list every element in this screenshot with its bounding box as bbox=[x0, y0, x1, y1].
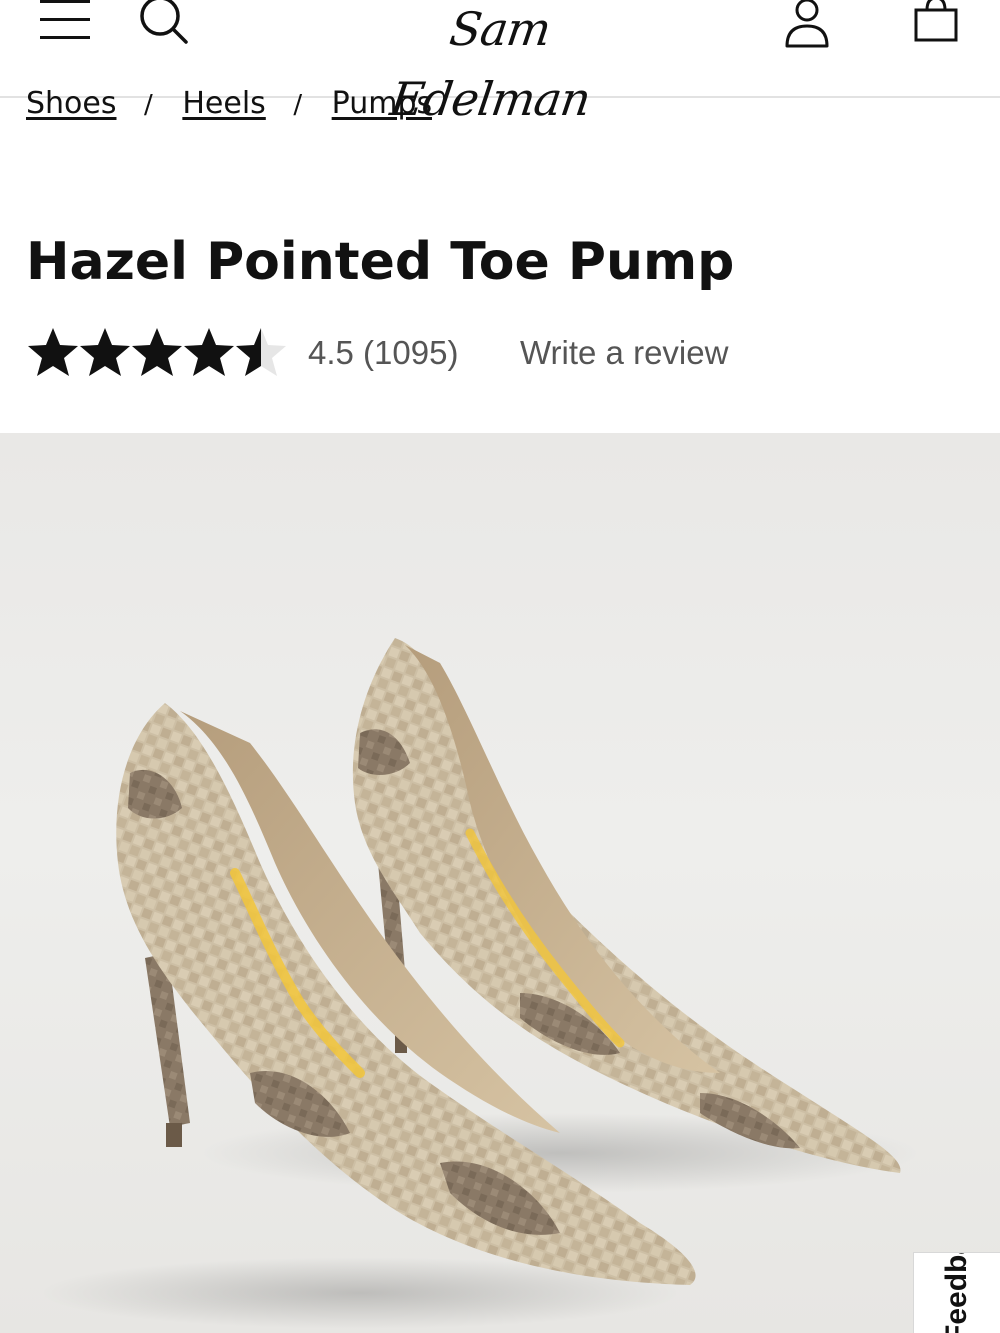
write-review-link[interactable]: Write a review bbox=[520, 334, 728, 372]
star-icon bbox=[236, 328, 286, 376]
product-rating: 4.5 (1095) Write a review bbox=[26, 326, 786, 382]
shopping-bag-icon[interactable] bbox=[910, 0, 962, 44]
menu-icon[interactable] bbox=[40, 0, 90, 42]
rating-summary[interactable]: 4.5 (1095) bbox=[308, 334, 458, 372]
breadcrumb: Shoes / Heels / Pumps bbox=[26, 86, 432, 130]
search-icon[interactable] bbox=[138, 0, 190, 46]
star-icon bbox=[28, 328, 78, 376]
shoe-illustration bbox=[40, 638, 920, 1329]
product-image[interactable] bbox=[0, 433, 1000, 1333]
rating-stars[interactable] bbox=[26, 326, 288, 382]
star-icon bbox=[184, 328, 234, 376]
breadcrumb-shoes[interactable]: Shoes bbox=[26, 86, 117, 121]
star-icon bbox=[80, 328, 130, 376]
breadcrumb-heels[interactable]: Heels bbox=[182, 86, 265, 121]
site-header: Sam Edelman bbox=[0, 0, 1000, 126]
feedback-tab[interactable]: Feedback bbox=[913, 1252, 1000, 1333]
product-title: Hazel Pointed Toe Pump bbox=[26, 232, 735, 292]
breadcrumb-separator: / bbox=[144, 90, 153, 120]
account-icon[interactable] bbox=[784, 0, 830, 48]
brand-logo[interactable]: Sam Edelman bbox=[345, 0, 655, 126]
breadcrumb-separator: / bbox=[293, 90, 303, 120]
star-icon bbox=[132, 328, 182, 376]
breadcrumb-pumps[interactable]: Pumps bbox=[332, 86, 432, 121]
feedback-tab-label: Feedback bbox=[940, 1252, 973, 1333]
